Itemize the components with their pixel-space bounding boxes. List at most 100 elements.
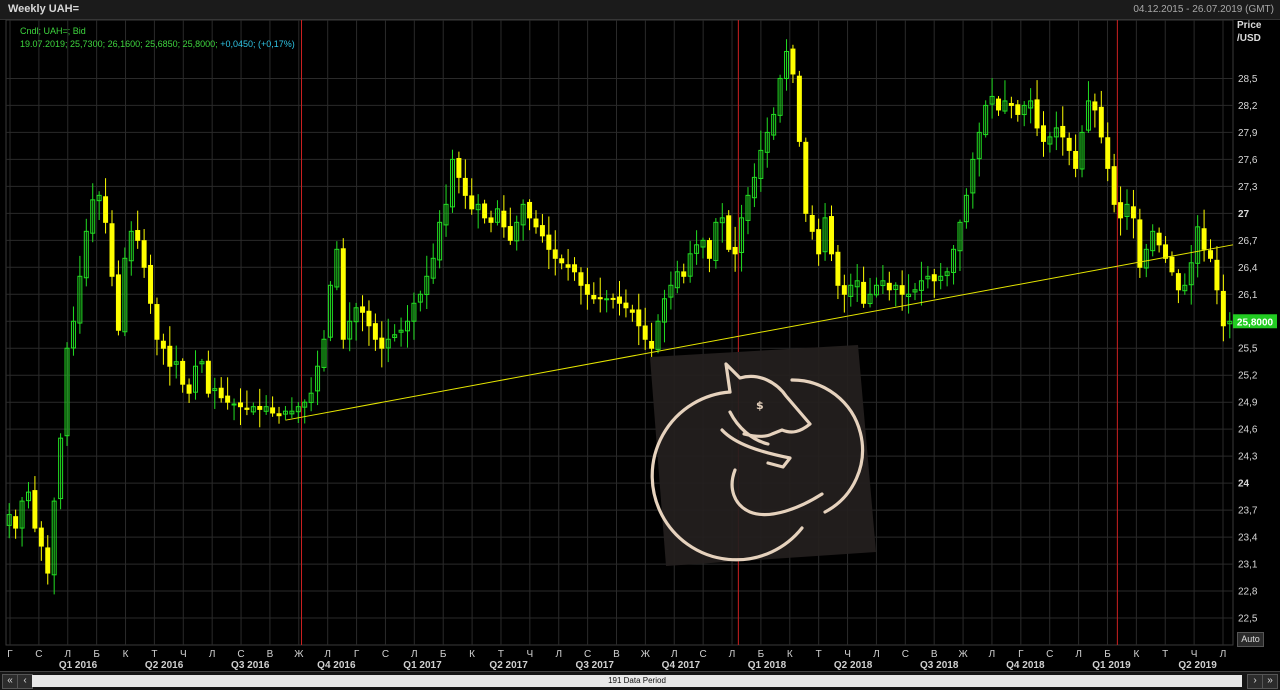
y-tick-label: 25,5 — [1238, 344, 1258, 355]
quarter-tick-label: Q4 2016 — [317, 660, 356, 671]
candle-body — [816, 229, 822, 255]
candle-body — [1208, 250, 1214, 259]
candle-body — [1060, 125, 1066, 138]
y-tick-label: 26,7 — [1238, 236, 1258, 247]
candle-body — [180, 360, 186, 385]
candle-body — [340, 248, 346, 340]
month-tick-label: Б — [758, 649, 765, 660]
month-tick-label: Ч — [1191, 649, 1198, 660]
month-tick-label: Л — [1075, 649, 1082, 660]
candle-body — [1156, 232, 1162, 246]
quarter-tick-label: Q4 2017 — [662, 660, 701, 671]
y-axis-title: Price /USD — [1237, 19, 1261, 45]
month-tick-label: С — [382, 649, 389, 660]
time-scrollbar[interactable]: « ‹ 191 Data Period › » — [0, 671, 1280, 690]
quarter-tick-label: Q2 2018 — [834, 660, 873, 671]
candle-body — [706, 240, 712, 259]
candle-body — [135, 230, 141, 241]
candle-body — [1175, 273, 1181, 291]
candle-body — [584, 284, 590, 295]
scroll-first-button[interactable]: « — [2, 674, 18, 689]
y-axis-title-line2: /USD — [1237, 33, 1261, 44]
y-tick-label: 24 — [1238, 479, 1250, 490]
candle-body — [899, 285, 905, 295]
month-tick-label: Т — [816, 649, 822, 660]
candle-body — [591, 294, 597, 300]
month-tick-label: С — [902, 649, 909, 660]
candle-body — [103, 196, 109, 223]
candle-body — [154, 304, 160, 340]
scroll-thumb[interactable]: 191 Data Period — [32, 675, 1242, 687]
candle-body — [572, 264, 578, 273]
candle-body — [167, 345, 173, 367]
month-tick-label: Ж — [641, 649, 651, 660]
candle-body — [1130, 206, 1136, 219]
candle-body — [1169, 256, 1175, 273]
month-tick-label: С — [584, 649, 591, 660]
candle-body — [507, 226, 513, 241]
candle-body — [501, 210, 507, 228]
candle-body — [1066, 137, 1072, 151]
chart-window: Weekly UAH= 04.12.2015 - 26.07.2019 (GMT… — [0, 0, 1280, 690]
month-tick-label: Г — [1018, 649, 1024, 660]
month-tick-label: С — [700, 649, 707, 660]
candle-body — [790, 48, 796, 75]
y-tick-label: 28,2 — [1238, 101, 1258, 112]
candle-body — [1008, 103, 1014, 106]
candle-body — [237, 402, 243, 408]
month-tick-label: К — [787, 649, 793, 660]
candle-body — [276, 413, 282, 417]
candle-body — [636, 309, 642, 327]
quarter-tick-label: Q2 2019 — [1178, 660, 1217, 671]
candle-body — [1201, 228, 1207, 250]
month-tick-label: Л — [209, 649, 216, 660]
month-tick-label: В — [267, 649, 274, 660]
candle-body — [610, 297, 616, 300]
candle-body — [13, 516, 19, 529]
candle-body — [604, 298, 610, 301]
month-tick-label: Т — [1162, 649, 1168, 660]
scroll-track[interactable]: 191 Data Period — [32, 675, 1242, 687]
candle-body — [732, 246, 738, 255]
candle-body — [597, 297, 603, 300]
candle-body — [160, 340, 166, 349]
ohlc-values: 19.07.2019; 25,7300; 26,1600; 25,6850; 2… — [20, 39, 218, 49]
plot-area — [5, 19, 1234, 646]
data-period-label: 191 Data Period — [608, 676, 666, 685]
candle-body — [109, 223, 115, 277]
month-tick-label: Ж — [294, 649, 304, 660]
price-chart[interactable]: 22,5 22,8 23,1 23,4 23,7 24 24,3 24,6 24,9 25,2 25… — [0, 0, 1280, 671]
month-tick-label: Ч — [527, 649, 534, 660]
y-tick-label: 27 — [1238, 209, 1250, 220]
auto-scale-button[interactable]: Auto — [1237, 632, 1264, 647]
month-tick-label: Г — [354, 649, 360, 660]
candle-body — [141, 240, 147, 268]
month-tick-label: В — [931, 649, 938, 660]
candle-body — [1220, 290, 1226, 327]
candle-body — [360, 306, 366, 313]
candle-body — [931, 274, 937, 282]
scroll-prev-button[interactable]: ‹ — [17, 674, 33, 689]
y-tick-label: 23,4 — [1238, 533, 1258, 544]
y-tick-label: 26,4 — [1238, 263, 1258, 274]
candle-body — [270, 407, 276, 414]
candle-body — [148, 264, 154, 304]
candle-body — [366, 310, 372, 327]
scroll-last-button[interactable]: » — [1262, 674, 1278, 689]
y-tick-label: 24,3 — [1238, 452, 1258, 463]
month-tick-label: С — [237, 649, 244, 660]
candle-body — [1015, 104, 1021, 115]
scroll-next-button[interactable]: › — [1247, 674, 1263, 689]
candle-body — [244, 407, 250, 410]
quarter-tick-label: Q2 2016 — [145, 660, 184, 671]
candle-body — [379, 337, 385, 349]
candle-body — [1034, 99, 1040, 129]
month-tick-label: С — [1046, 649, 1053, 660]
ohlc-readout: 19.07.2019; 25,7300; 26,1600; 25,6850; 2… — [20, 39, 295, 49]
candle-body — [886, 282, 892, 291]
month-tick-label: С — [35, 649, 42, 660]
candle-body — [1105, 137, 1111, 169]
y-tick-label: 22,8 — [1238, 587, 1258, 598]
y-tick-label: 22,5 — [1238, 614, 1258, 625]
candle-body — [205, 360, 211, 394]
